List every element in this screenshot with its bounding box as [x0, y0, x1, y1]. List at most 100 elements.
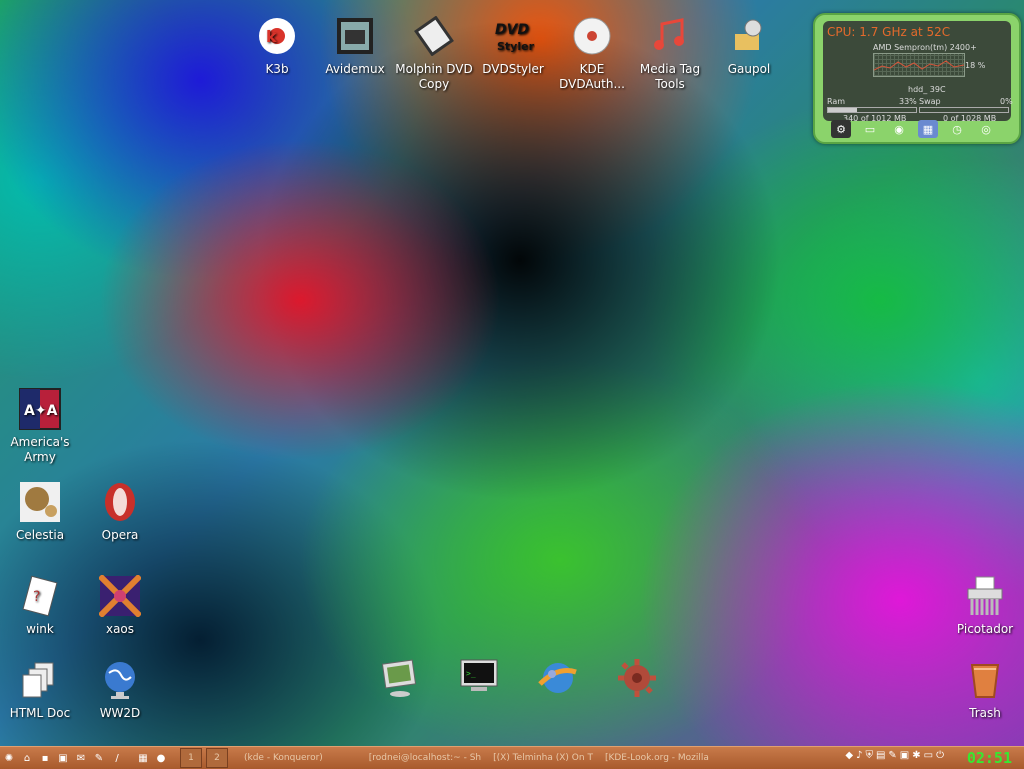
- shredder-icon: [963, 574, 1007, 618]
- html-doc-image: [18, 658, 62, 702]
- trash-label: Trash: [969, 706, 1001, 720]
- tray-power-icon[interactable]: ⏻: [936, 750, 944, 761]
- taskbar: ✺ ⌂ ▪ ▣ ✉ ✎ / ▦ ● 1 2 (kde - Konqueror) …: [0, 746, 1024, 769]
- svg-text:DVD: DVD: [495, 22, 529, 38]
- svg-text:?: ?: [33, 589, 40, 605]
- xaos-icon[interactable]: xaos: [80, 574, 160, 637]
- cpu-tab-icon[interactable]: ⚙: [831, 120, 851, 138]
- picotador-icon[interactable]: Picotador: [945, 574, 1024, 637]
- dvdstyler-image: DVD Styler: [491, 14, 535, 58]
- system-monitor-widget[interactable]: CPU: 1.7 GHz at 52C AMD Sempron(tm) 2400…: [813, 13, 1021, 144]
- terminal-icon[interactable]: >_: [457, 656, 501, 700]
- avidemux-image: [333, 14, 377, 58]
- html-doc-label: HTML Doc: [9, 706, 71, 720]
- cpu-frequency: CPU: 1.7 GHz at 52C: [827, 25, 951, 39]
- ram-label: Ram: [827, 97, 846, 106]
- swap-bar: [919, 107, 1009, 113]
- tray-pen-icon[interactable]: ✎: [888, 750, 896, 761]
- ram-percent: 33%: [899, 97, 917, 106]
- opera-icon[interactable]: Opera: [80, 480, 160, 543]
- task-telminha[interactable]: [(X) Telminha (X) On T: [493, 753, 593, 763]
- kde-dvdauth-label: KDE DVDAuth...: [559, 62, 625, 91]
- task-konqueror[interactable]: (kde - Konqueror): [244, 753, 323, 763]
- tray-volume-icon[interactable]: ♪: [856, 750, 862, 761]
- gaupol-label: Gaupol: [727, 62, 771, 76]
- dvdstyler-label: DVDStyler: [482, 62, 544, 76]
- k3b-label: K3b: [265, 62, 289, 76]
- celestia-image: [18, 480, 62, 524]
- xaos-image: [98, 574, 142, 618]
- svg-text:Styler: Styler: [497, 40, 535, 53]
- dvdstyler-icon[interactable]: DVD Styler DVDStyler: [473, 14, 553, 77]
- americas-army-image: A✦A: [18, 387, 62, 431]
- cpu-model: AMD Sempron(tm) 2400+: [873, 43, 977, 52]
- svg-text:A✦A: A✦A: [24, 403, 58, 419]
- task-shell[interactable]: [rodnei@localhost:~ - Sh: [369, 753, 481, 763]
- trash-icon[interactable]: Trash: [945, 658, 1024, 721]
- desktop-2[interactable]: 2: [206, 748, 228, 768]
- avidemux-icon[interactable]: Avidemux: [315, 14, 395, 77]
- trash-bin-icon: [963, 658, 1007, 702]
- tray-settings-icon[interactable]: ✱: [912, 750, 920, 761]
- terminal-launcher-icon[interactable]: ▪: [38, 751, 52, 765]
- media-tag-label: Media Tag Tools: [639, 62, 701, 91]
- edit-launcher-icon[interactable]: ✎: [92, 751, 106, 765]
- americas-army-icon[interactable]: A✦A America's Army: [0, 387, 80, 465]
- opera-image: [98, 480, 142, 524]
- gaupol-icon[interactable]: Gaupol: [709, 14, 789, 77]
- mail-launcher-icon[interactable]: ✉: [74, 751, 88, 765]
- quick-launcher-icon[interactable]: ●: [154, 751, 168, 765]
- cpu-load: 18 %: [965, 61, 986, 70]
- picotador-label: Picotador: [956, 622, 1014, 636]
- swap-percent: 0%: [1000, 97, 1013, 106]
- kde-dvdauth-image: [570, 14, 614, 58]
- desktop-1[interactable]: 1: [180, 748, 202, 768]
- cpu-graph: [873, 53, 965, 77]
- ram-bar: [827, 107, 917, 113]
- k3b-icon[interactable]: k K3b: [237, 14, 317, 77]
- browser-globe-icon[interactable]: [536, 656, 580, 700]
- molphin-icon[interactable]: Molphin DVD Copy: [394, 14, 474, 92]
- drive-tab-icon[interactable]: ▭: [860, 120, 880, 138]
- kde-dvdauth-icon[interactable]: KDE DVDAuth...: [552, 14, 632, 92]
- monitor-settings-icon[interactable]: [378, 656, 422, 700]
- music-note-icon: [648, 14, 692, 58]
- molphin-label: Molphin DVD Copy: [395, 62, 473, 91]
- tray-battery-icon[interactable]: ▭: [924, 750, 933, 761]
- wink-image: ?: [18, 574, 62, 618]
- molphin-image: [412, 14, 456, 58]
- svg-text:k: k: [266, 27, 277, 46]
- show-desktop-icon[interactable]: ▦: [136, 751, 150, 765]
- disc-tab-icon[interactable]: ◎: [976, 120, 996, 138]
- wink-icon[interactable]: ? wink: [0, 574, 80, 637]
- pen-launcher-icon[interactable]: /: [110, 751, 124, 765]
- k3b-image: k: [255, 14, 299, 58]
- wink-label: wink: [26, 622, 54, 636]
- hdd-temp: hdd_ 39C: [908, 85, 946, 94]
- tray-shield-icon[interactable]: ⛨: [865, 750, 873, 761]
- task-mozilla[interactable]: [KDE-Look.org - Mozilla: [605, 753, 709, 763]
- memory-tab-icon[interactable]: ▦: [918, 120, 938, 138]
- network-tab-icon[interactable]: ◉: [889, 120, 909, 138]
- celestia-label: Celestia: [15, 528, 65, 542]
- gaupol-image: [727, 14, 771, 58]
- tray-clipboard-icon[interactable]: ▤: [876, 750, 885, 761]
- browser-launcher-icon[interactable]: ▣: [56, 751, 70, 765]
- ww2d-icon[interactable]: WW2D: [80, 658, 160, 721]
- system-tray: ◆ ♪ ⛨ ▤ ✎ ▣ ✱ ▭ ⏻: [845, 750, 944, 761]
- opera-label: Opera: [101, 528, 139, 542]
- gear-app-icon[interactable]: [615, 656, 659, 700]
- globe-icon: [98, 658, 142, 702]
- clock-tab-icon[interactable]: ◷: [947, 120, 967, 138]
- celestia-icon[interactable]: Celestia: [0, 480, 80, 543]
- clock[interactable]: 02:51: [967, 749, 1012, 767]
- tray-lock-icon[interactable]: ▣: [900, 750, 909, 761]
- media-tag-icon[interactable]: Media Tag Tools: [630, 14, 710, 92]
- tray-network-icon[interactable]: ◆: [845, 750, 853, 761]
- html-doc-icon[interactable]: HTML Doc: [0, 658, 80, 721]
- ww2d-label: WW2D: [99, 706, 141, 720]
- avidemux-label: Avidemux: [325, 62, 385, 76]
- home-icon[interactable]: ⌂: [20, 751, 34, 765]
- swap-label: Swap: [919, 97, 941, 106]
- kde-menu-icon[interactable]: ✺: [2, 751, 16, 765]
